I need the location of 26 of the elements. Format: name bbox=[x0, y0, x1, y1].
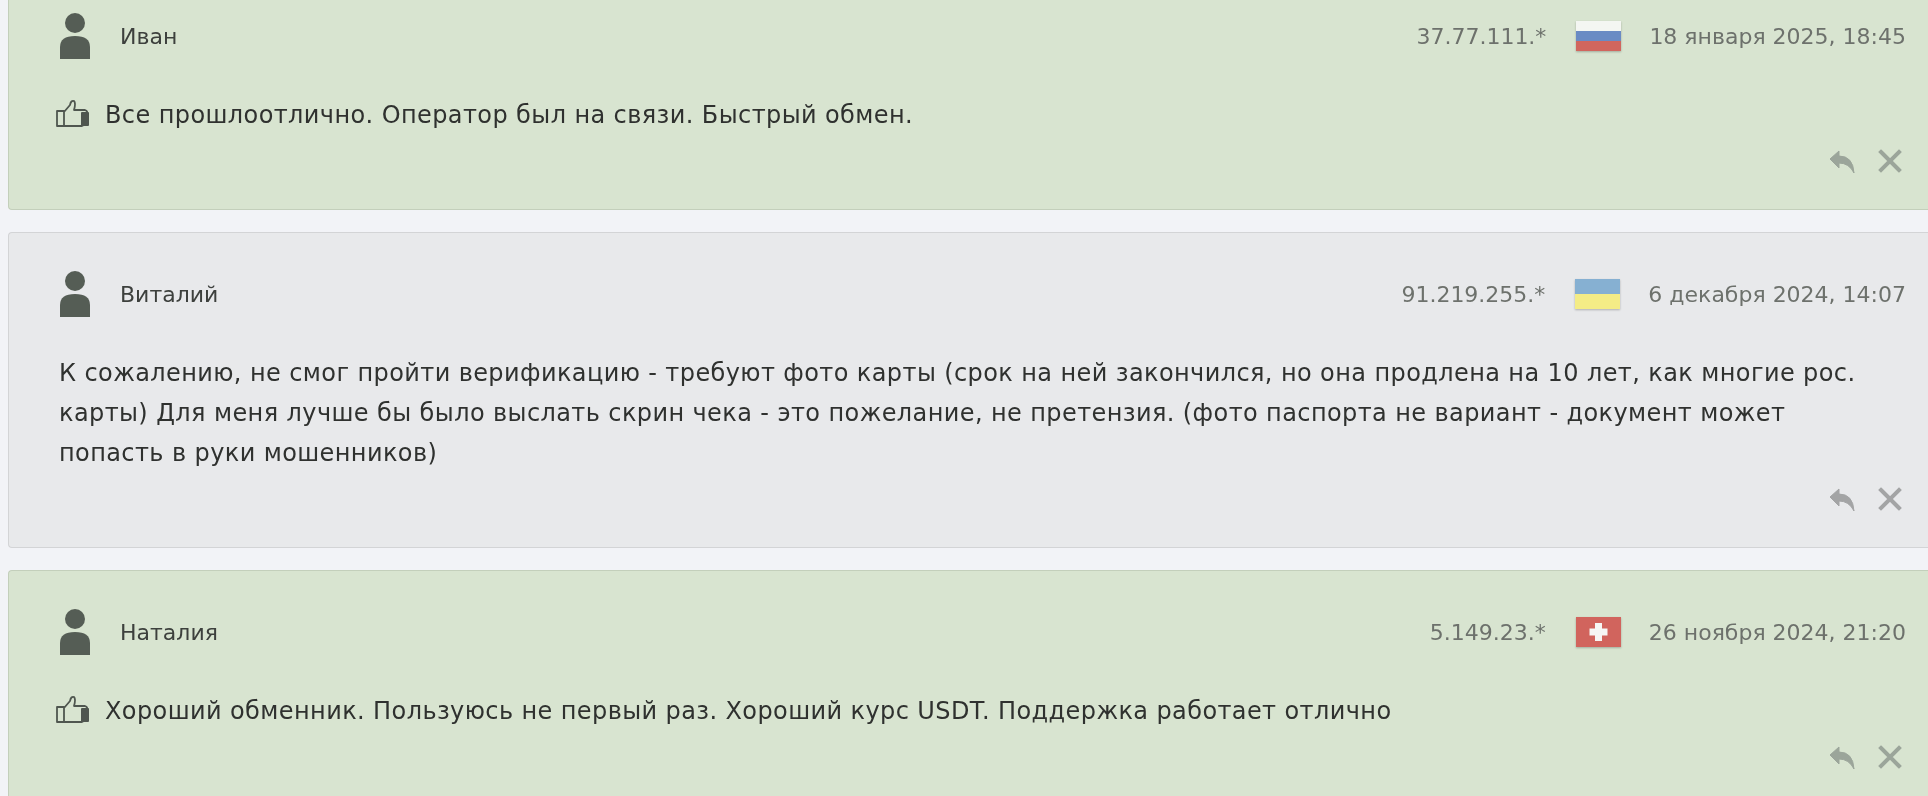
close-icon[interactable] bbox=[1878, 745, 1902, 769]
ip-address: 37.77.111.* bbox=[1416, 23, 1547, 49]
review-text: Все прошлоотлично. Оператор был на связи. Быстрый обмен. bbox=[105, 100, 914, 131]
author-name: Наталия bbox=[120, 619, 218, 645]
thumbs-up-icon bbox=[55, 99, 91, 127]
flag-icon bbox=[1575, 279, 1621, 309]
flag-icon bbox=[1576, 21, 1622, 51]
review-date: 26 ноября 2024, 21:20 bbox=[1648, 619, 1906, 645]
reply-icon[interactable] bbox=[1828, 487, 1856, 513]
review-text: Хороший обменник. Пользуюсь не первый раз. Хороший курс USDT. Поддержка работает отлично bbox=[105, 696, 1392, 727]
close-icon[interactable] bbox=[1878, 149, 1902, 173]
review-date: 18 января 2025, 18:45 bbox=[1649, 23, 1906, 49]
review-date: 6 декабря 2024, 14:07 bbox=[1648, 281, 1906, 307]
reply-icon[interactable] bbox=[1828, 149, 1856, 175]
close-icon[interactable] bbox=[1878, 487, 1902, 511]
review-text: К сожалению, не смог пройти верификацию - требуют фото карты (срок на ней закончился, но она продлена на 10 лет, как многие рос. карты) Для меня лучше бы было выслать скрин чека - это пожелание, не претензия. (фото паспорта не вариант - документ может попасть в руки мошенников) bbox=[59, 358, 1857, 469]
ip-address: 91.219.255.* bbox=[1401, 281, 1546, 307]
ip-address: 5.149.23.* bbox=[1429, 619, 1546, 645]
user-icon bbox=[58, 271, 92, 317]
thumbs-up-icon bbox=[55, 695, 91, 723]
author-name: Иван bbox=[120, 23, 178, 49]
user-icon bbox=[58, 609, 92, 655]
reply-icon[interactable] bbox=[1828, 745, 1856, 771]
flag-icon bbox=[1575, 617, 1621, 647]
author-name: Виталий bbox=[120, 281, 219, 307]
user-icon bbox=[58, 13, 92, 59]
